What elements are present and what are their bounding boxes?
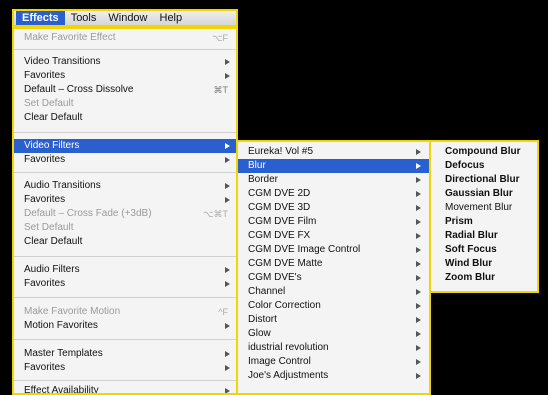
shortcut-label: ⌥⌘T (203, 209, 228, 219)
submenu-item-color-correction[interactable]: Color Correction (238, 299, 429, 313)
submenu-item-cgm-dve-matte[interactable]: CGM DVE Matte (238, 257, 429, 271)
submenu-arrow-icon (416, 345, 421, 351)
submenu-arrow-icon (416, 177, 421, 183)
menu-item-clear-default[interactable]: Clear Default (14, 235, 236, 249)
blur-submenu: Compound Blur Defocus Directional Blur G… (429, 140, 539, 293)
separator (14, 132, 236, 133)
submenu-item-image-control[interactable]: Image Control (238, 355, 429, 369)
menu-item-default-cross-fade[interactable]: Default – Cross Fade (+3dB) ⌥⌘T (14, 207, 236, 221)
submenu-arrow-icon (416, 191, 421, 197)
blur-item-defocus[interactable]: Defocus (431, 159, 537, 173)
submenu-arrow-icon (225, 323, 230, 329)
submenu-arrow-icon (416, 247, 421, 253)
submenu-arrow-icon (416, 219, 421, 225)
blur-item-compound-blur[interactable]: Compound Blur (431, 145, 537, 159)
submenu-arrow-icon (416, 275, 421, 281)
submenu-item-border[interactable]: Border (238, 173, 429, 187)
submenu-arrow-icon (416, 359, 421, 365)
menu-item-favorites[interactable]: Favorites (14, 193, 236, 207)
submenu-item-joes-adjustments[interactable]: Joe's Adjustments (238, 369, 429, 383)
menu-tools[interactable]: Tools (65, 11, 103, 25)
submenu-arrow-icon (416, 317, 421, 323)
submenu-arrow-icon (225, 73, 230, 79)
menu-item-effect-availability[interactable]: Effect Availability (14, 384, 236, 393)
separator (14, 49, 236, 50)
shortcut-label: ^F (218, 307, 228, 317)
menu-item-master-templates[interactable]: Master Templates (14, 347, 236, 361)
submenu-item-glow[interactable]: Glow (238, 327, 429, 341)
effects-menu: Make Favorite Effect ⌥F Video Transitions… (12, 27, 238, 395)
menu-item-default-cross-dissolve[interactable]: Default – Cross Dissolve ⌘T (14, 83, 236, 97)
submenu-arrow-icon (225, 281, 230, 287)
submenu-arrow-icon (225, 267, 230, 273)
menu-item-favorites[interactable]: Favorites (14, 69, 236, 83)
menu-item-video-filters[interactable]: Video Filters (14, 139, 236, 153)
blur-item-radial-blur[interactable]: Radial Blur (431, 229, 537, 243)
submenu-arrow-icon (225, 143, 230, 149)
submenu-arrow-icon (416, 331, 421, 337)
submenu-item-cgm-dve-3d[interactable]: CGM DVE 3D (238, 201, 429, 215)
submenu-arrow-icon (225, 197, 230, 203)
submenu-item-blur[interactable]: Blur (238, 159, 429, 173)
submenu-arrow-icon (416, 261, 421, 267)
submenu-arrow-icon (225, 183, 230, 189)
blur-item-movement-blur[interactable]: Movement Blur (431, 201, 537, 215)
shortcut-label: ⌘T (213, 85, 229, 95)
shortcut-label: ⌥F (212, 33, 228, 43)
blur-item-gaussian-blur[interactable]: Gaussian Blur (431, 187, 537, 201)
menu-item-audio-filters[interactable]: Audio Filters (14, 263, 236, 277)
submenu-arrow-icon (416, 303, 421, 309)
menu-item-set-default[interactable]: Set Default (14, 221, 236, 235)
blur-item-soft-focus[interactable]: Soft Focus (431, 243, 537, 257)
submenu-item-eureka[interactable]: Eureka! Vol #5 (238, 145, 429, 159)
video-filters-submenu: Eureka! Vol #5 Blur Border CGM DVE 2D CG… (236, 140, 431, 395)
blur-item-prism[interactable]: Prism (431, 215, 537, 229)
submenu-arrow-icon (225, 388, 230, 393)
submenu-arrow-icon (225, 365, 230, 371)
menu-item-motion-favorites[interactable]: Motion Favorites (14, 319, 236, 333)
submenu-arrow-icon (225, 351, 230, 357)
submenu-item-distort[interactable]: Distort (238, 313, 429, 327)
separator (14, 297, 236, 298)
submenu-item-cgm-dve-fx[interactable]: CGM DVE FX (238, 229, 429, 243)
blur-item-zoom-blur[interactable]: Zoom Blur (431, 271, 537, 285)
submenu-item-cgm-dve-2d[interactable]: CGM DVE 2D (238, 187, 429, 201)
submenu-arrow-icon (416, 163, 421, 169)
menu-window[interactable]: Window (102, 11, 153, 25)
separator (14, 380, 236, 381)
menu-item-favorites[interactable]: Favorites (14, 153, 236, 167)
submenu-item-idustrial-revolution[interactable]: idustrial revolution (238, 341, 429, 355)
separator (14, 339, 236, 340)
menu-item-set-default[interactable]: Set Default (14, 97, 236, 111)
menu-bar: Effects Tools Window Help (12, 9, 238, 27)
submenu-arrow-icon (416, 205, 421, 211)
submenu-item-cgm-dves[interactable]: CGM DVE's (238, 271, 429, 285)
menu-item-make-favorite-effect[interactable]: Make Favorite Effect ⌥F (14, 31, 236, 45)
submenu-arrow-icon (416, 233, 421, 239)
separator (14, 172, 236, 173)
menu-item-favorites[interactable]: Favorites (14, 277, 236, 291)
menu-effects[interactable]: Effects (16, 11, 65, 25)
menu-item-audio-transitions[interactable]: Audio Transitions (14, 179, 236, 193)
menu-item-clear-default[interactable]: Clear Default (14, 111, 236, 125)
separator (14, 256, 236, 257)
menu-item-make-favorite-motion[interactable]: Make Favorite Motion ^F (14, 305, 236, 319)
submenu-item-cgm-dve-film[interactable]: CGM DVE Film (238, 215, 429, 229)
submenu-arrow-icon (225, 59, 230, 65)
submenu-arrow-icon (416, 373, 421, 379)
menu-item-favorites[interactable]: Favorites (14, 361, 236, 375)
submenu-arrow-icon (416, 149, 421, 155)
submenu-arrow-icon (416, 289, 421, 295)
submenu-arrow-icon (225, 157, 230, 163)
menu-item-video-transitions[interactable]: Video Transitions (14, 55, 236, 69)
submenu-item-cgm-dve-image-control[interactable]: CGM DVE Image Control (238, 243, 429, 257)
menu-help[interactable]: Help (154, 11, 189, 25)
blur-item-directional-blur[interactable]: Directional Blur (431, 173, 537, 187)
submenu-item-channel[interactable]: Channel (238, 285, 429, 299)
blur-item-wind-blur[interactable]: Wind Blur (431, 257, 537, 271)
